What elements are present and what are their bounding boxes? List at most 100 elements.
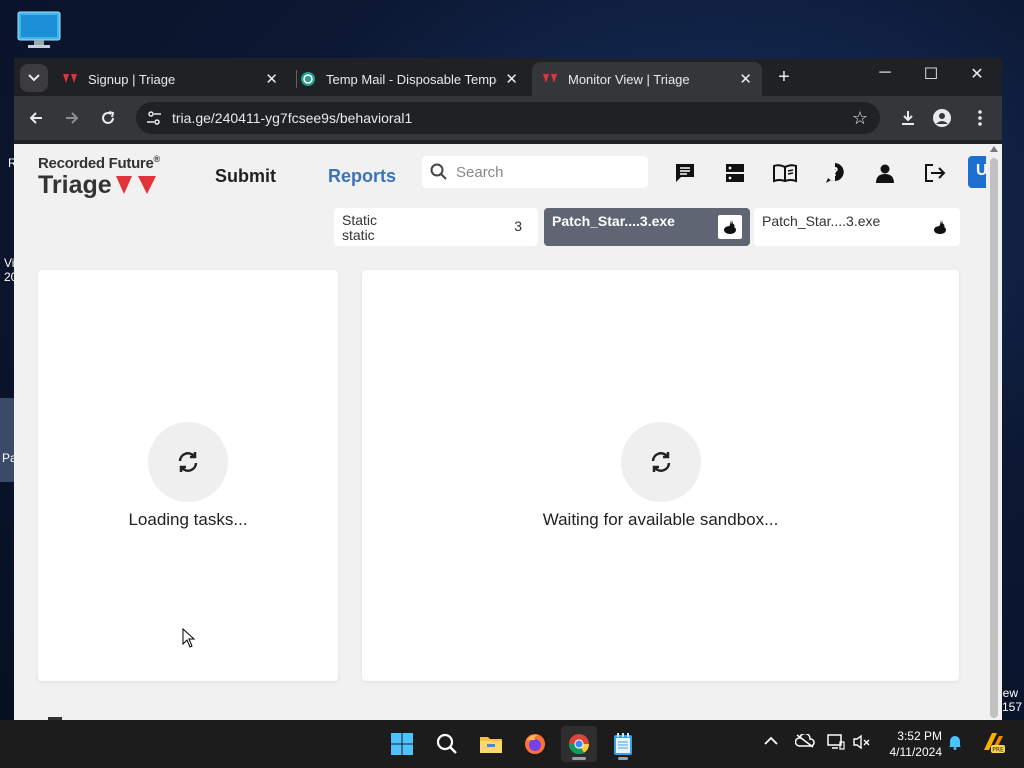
- tab-search-button[interactable]: [20, 64, 48, 92]
- forward-button[interactable]: [60, 106, 84, 130]
- browser-toolbar: tria.ge/240411-yg7fcsee9s/behavioral1 ☆: [14, 96, 1002, 140]
- loading-tasks-message: Loading tasks...: [128, 510, 248, 529]
- firefox-button[interactable]: [517, 726, 553, 762]
- file-explorer-button[interactable]: [473, 726, 509, 762]
- clock-date: 4/11/2024: [889, 745, 943, 759]
- user-icon: [876, 164, 894, 183]
- address-bar[interactable]: tria.ge/240411-yg7fcsee9s/behavioral1 ☆: [136, 102, 880, 134]
- close-icon[interactable]: ✕: [739, 70, 752, 88]
- tab-title: Temp Mail - Disposable Tempor: [326, 71, 498, 87]
- logo-bottom-text: Triage: [38, 171, 112, 199]
- nav-submit-link[interactable]: Submit: [215, 166, 276, 187]
- rabbit-icon: [928, 215, 952, 239]
- servers-button[interactable]: [722, 160, 748, 186]
- task-tab-title: Patch_Star....3.exe: [552, 213, 675, 229]
- volume-button[interactable]: [853, 734, 871, 753]
- url-text: tria.ge/240411-yg7fcsee9s/behavioral1: [172, 110, 413, 126]
- temp-mail-favicon-icon: [300, 71, 316, 87]
- desktop-icon-selected[interactable]: [0, 398, 14, 482]
- network-button[interactable]: [827, 734, 845, 753]
- tab-temp-mail[interactable]: Temp Mail - Disposable Tempor ✕: [290, 62, 528, 96]
- tab-signup-triage[interactable]: Signup | Triage ✕: [52, 62, 288, 96]
- account-button[interactable]: [872, 160, 898, 186]
- upgrade-button[interactable]: U: [968, 156, 986, 188]
- show-hidden-icons-button[interactable]: [764, 734, 778, 749]
- network-icon: [827, 734, 845, 750]
- feedback-button[interactable]: [672, 160, 698, 186]
- notepad-button[interactable]: [605, 726, 641, 762]
- download-icon: [902, 111, 914, 125]
- taskbar-clock[interactable]: 3:52 PM 4/11/2024: [880, 728, 943, 760]
- tab-monitor-view[interactable]: Monitor View | Triage ✕: [532, 62, 762, 96]
- triage-favicon-icon: [542, 71, 558, 87]
- logout-button[interactable]: [922, 160, 948, 186]
- close-icon[interactable]: ✕: [505, 70, 518, 88]
- nav-reports-link[interactable]: Reports: [328, 166, 396, 187]
- browser-window: Signup | Triage ✕ Temp Mail - Disposable…: [14, 58, 1002, 720]
- chevron-down-icon: [28, 74, 40, 82]
- loading-spinner: [621, 422, 701, 502]
- task-tab-behavioral2[interactable]: Patch_Star....3.exe: [754, 208, 960, 246]
- book-icon: [773, 164, 797, 183]
- volume-muted-icon: [853, 734, 870, 750]
- logo-top-text: Recorded Future: [38, 155, 154, 172]
- this-pc-icon[interactable]: [16, 10, 62, 50]
- taskbar-search-button[interactable]: [429, 726, 465, 762]
- chevron-up-icon: [764, 736, 778, 745]
- search-input[interactable]: [456, 163, 636, 181]
- notifications-button[interactable]: [948, 734, 962, 753]
- scrollbar-thumb[interactable]: [990, 158, 998, 718]
- taskbar: 3:52 PM 4/11/2024 PRE: [0, 720, 1024, 768]
- downloads-button[interactable]: [896, 106, 920, 130]
- copilot-button[interactable]: PRE: [980, 730, 1006, 759]
- task-tab-title: Static: [342, 212, 378, 228]
- task-tab-behavioral1[interactable]: Patch_Star....3.exe: [544, 208, 750, 246]
- tab-strip: Signup | Triage ✕ Temp Mail - Disposable…: [14, 58, 1002, 96]
- minimize-button[interactable]: ─: [862, 64, 908, 82]
- bookmark-star-icon[interactable]: ☆: [852, 108, 868, 129]
- bell-icon: [949, 736, 961, 750]
- arrow-left-icon: [29, 112, 42, 124]
- rabbit-icon: [718, 215, 742, 239]
- refresh-icon: [178, 452, 198, 472]
- search-icon: [436, 733, 457, 754]
- close-window-button[interactable]: ✕: [954, 64, 1000, 84]
- server-icon: [726, 164, 744, 182]
- onedrive-offline-button[interactable]: [794, 732, 815, 751]
- logout-icon: [925, 164, 946, 182]
- desktop-label-fragment: Vi: [4, 256, 15, 270]
- chrome-icon: [568, 734, 590, 755]
- open-app-indicator: [618, 757, 628, 760]
- loading-spinner: [148, 422, 228, 502]
- site-header: Recorded Future® Triage Submit Reports S…: [14, 144, 986, 204]
- tasks-panel: Loading tasks...: [38, 270, 338, 681]
- windows-start-icon: [391, 733, 413, 755]
- cloud-offline-icon: [794, 732, 815, 748]
- task-tab-static[interactable]: Static static 3: [334, 208, 538, 246]
- tab-title: Monitor View | Triage: [568, 71, 690, 87]
- new-tab-button[interactable]: +: [772, 66, 796, 89]
- reload-button[interactable]: [96, 106, 120, 130]
- svg-text:?: ?: [832, 165, 839, 179]
- triage-logo[interactable]: Recorded Future® Triage: [38, 154, 160, 198]
- back-button[interactable]: [24, 106, 48, 130]
- search-box[interactable]: [422, 156, 648, 188]
- page-scrollbar[interactable]: [986, 144, 1002, 720]
- help-button[interactable]: ?: [822, 160, 848, 186]
- chrome-button[interactable]: [561, 726, 597, 762]
- scroll-up-arrow-icon[interactable]: [990, 146, 998, 152]
- close-icon[interactable]: ✕: [265, 70, 278, 88]
- clock-time: 3:52 PM: [897, 729, 942, 743]
- maximize-button[interactable]: ☐: [908, 64, 954, 84]
- triage-favicon-icon: [62, 71, 78, 87]
- notepad-icon: [614, 733, 632, 755]
- site-info-icon[interactable]: [146, 110, 162, 126]
- chrome-menu-button[interactable]: [968, 106, 992, 130]
- waiting-sandbox-message: Waiting for available sandbox...: [542, 510, 779, 529]
- docs-button[interactable]: [772, 160, 798, 186]
- profile-button[interactable]: [930, 106, 954, 130]
- folder-icon: [480, 737, 502, 753]
- search-icon: [430, 163, 447, 180]
- task-tab-score: 3: [514, 218, 522, 234]
- start-button[interactable]: [384, 726, 420, 762]
